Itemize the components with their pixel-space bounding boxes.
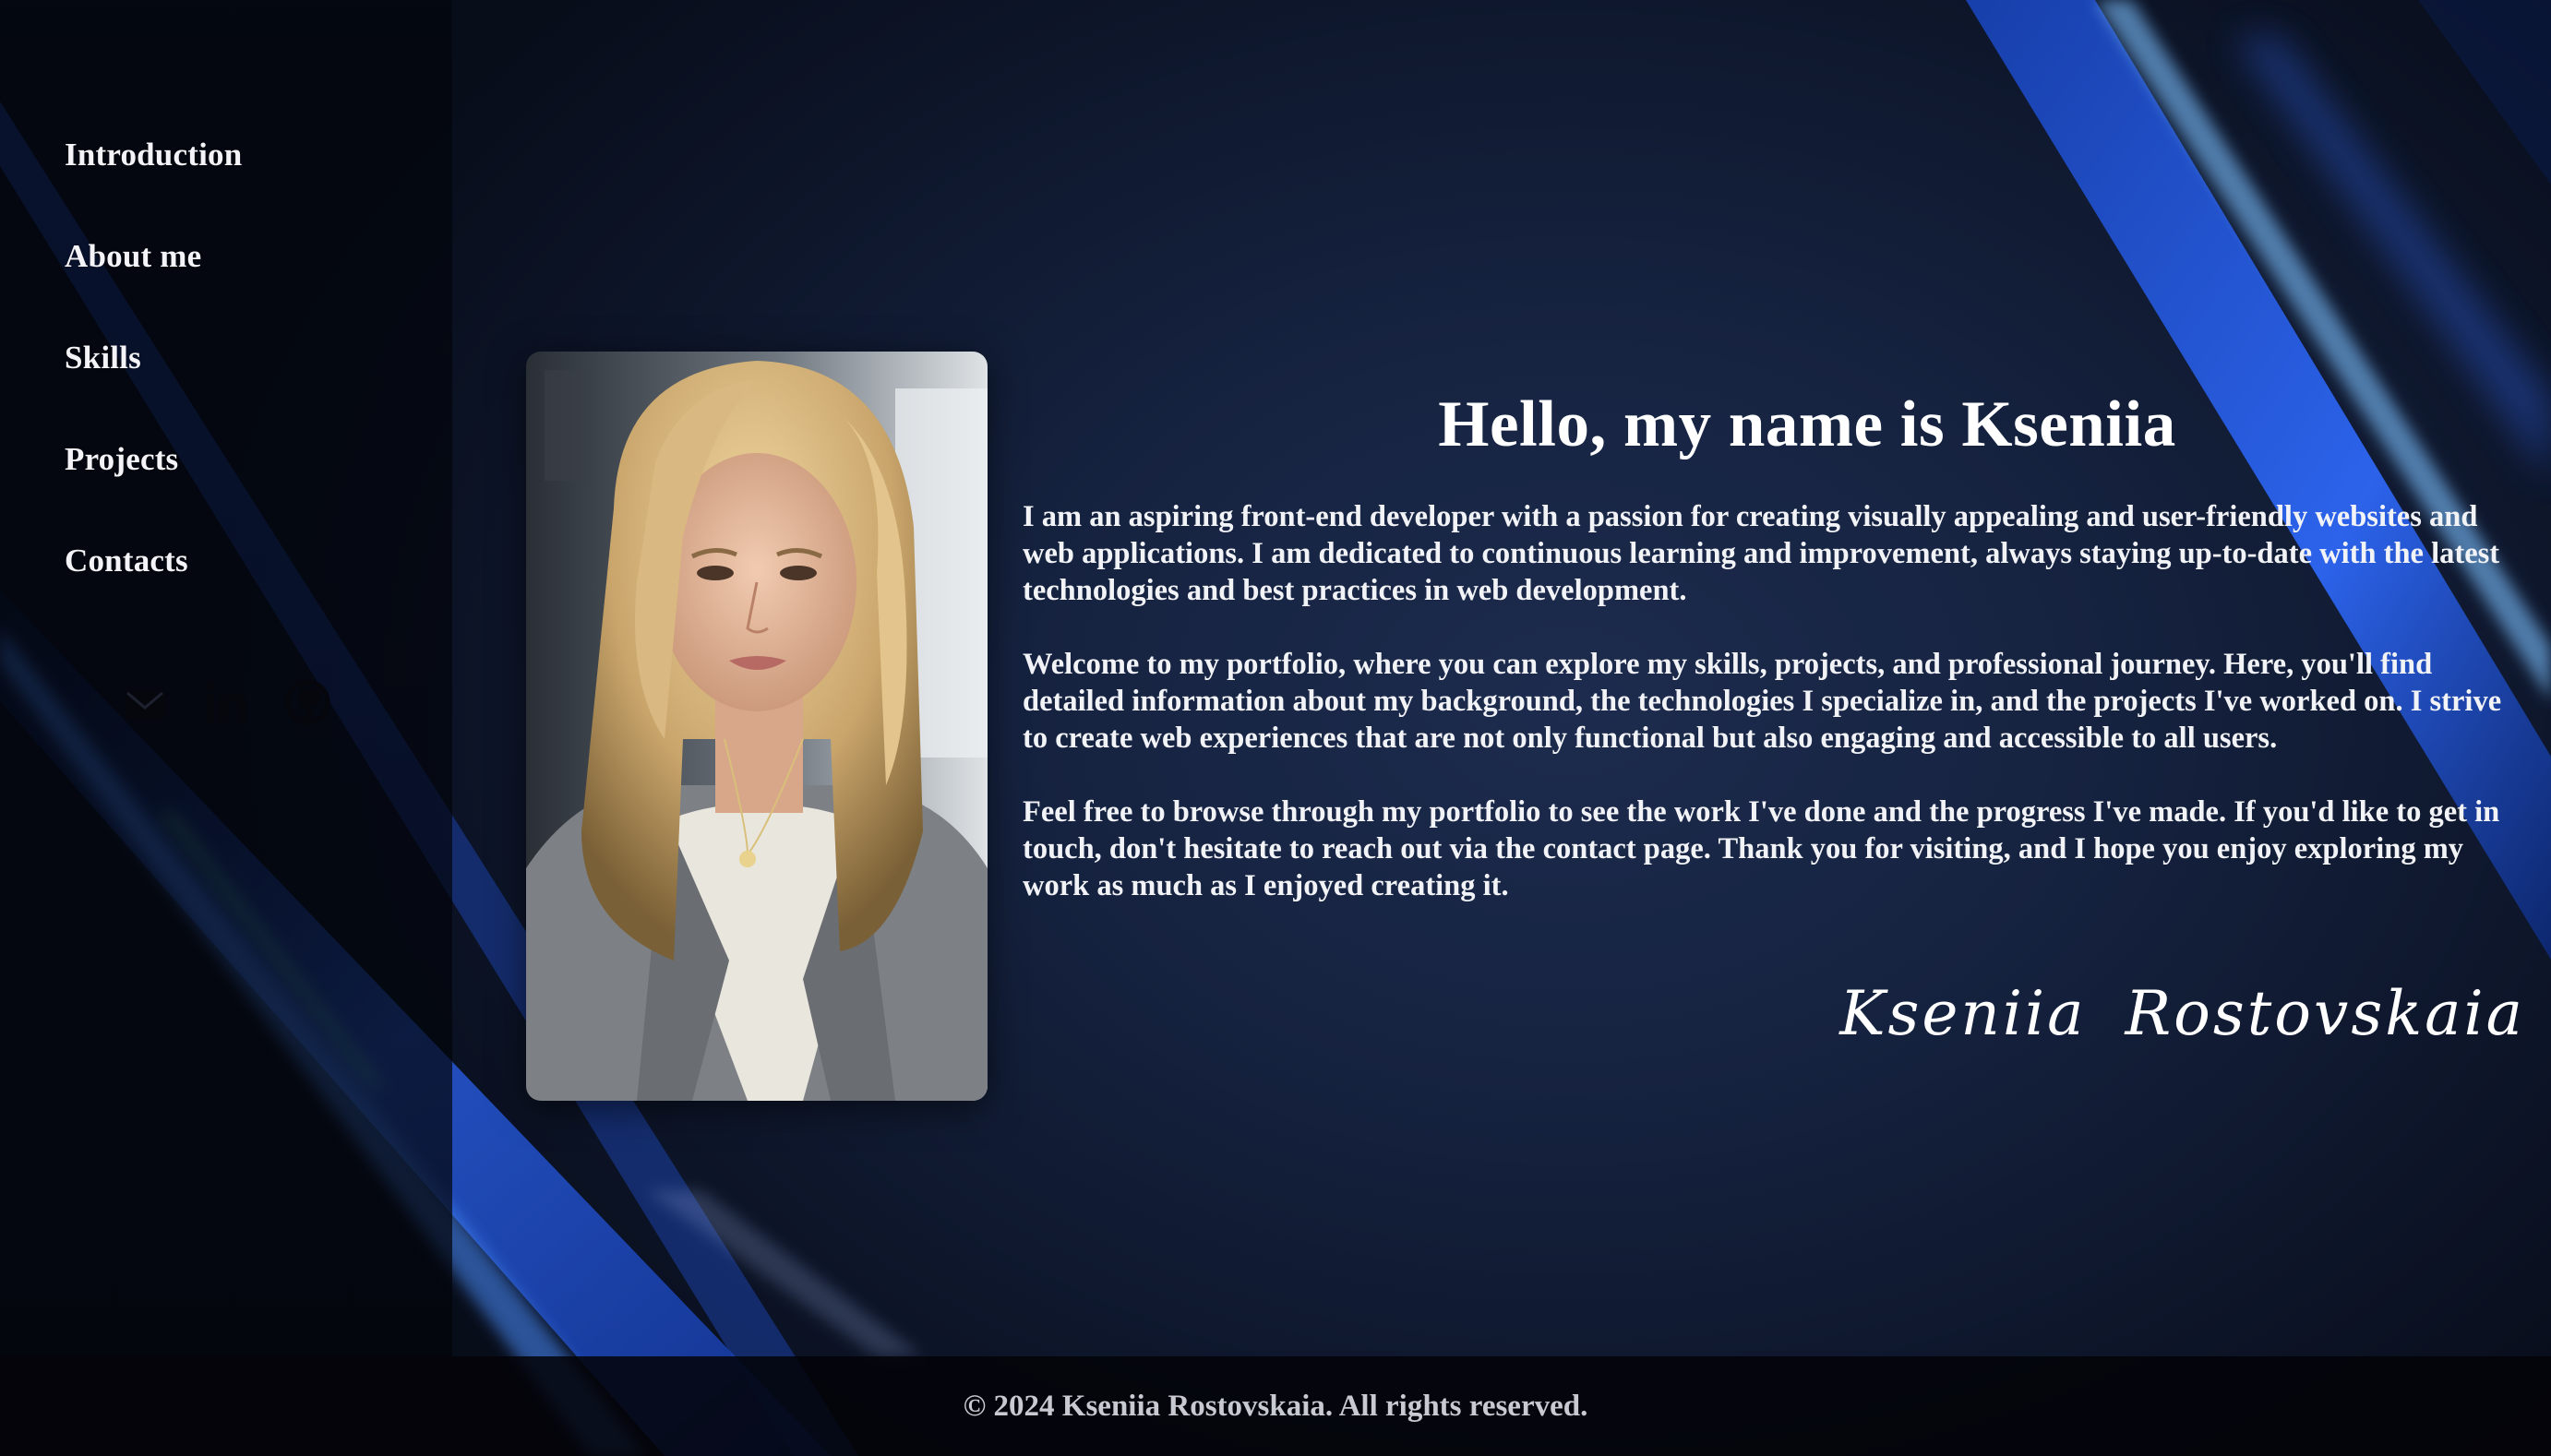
footer: © 2024 Kseniia Rostovskaia. All rights r… — [0, 1356, 2551, 1456]
sidebar-nav: Introduction About me Skills Projects Co… — [65, 137, 242, 644]
nav-link-skills[interactable]: Skills — [65, 340, 141, 376]
nav-link-projects[interactable]: Projects — [65, 441, 178, 477]
nav-item-about-me: About me — [65, 238, 242, 340]
intro-paragraph-3: Feel free to browse through my portfolio… — [1023, 795, 2500, 902]
github-icon[interactable] — [281, 675, 334, 729]
footer-copyright: © 2024 Kseniia Rostovskaia. All rights r… — [963, 1389, 1588, 1423]
linkedin-icon[interactable] — [199, 675, 253, 729]
nav-item-projects: Projects — [65, 441, 242, 543]
nav-link-contacts[interactable]: Contacts — [65, 543, 188, 579]
nav-link-introduction[interactable]: Introduction — [65, 137, 242, 173]
intro-title: Hello, my name is Kseniia — [1438, 388, 2176, 460]
nav-link-about-me[interactable]: About me — [65, 238, 201, 274]
nav-item-contacts: Contacts — [65, 543, 242, 644]
intro-section: Hello, my name is Kseniia I am an aspiri… — [1023, 378, 2527, 904]
intro-paragraph-2: Welcome to my portfolio, where you can e… — [1023, 648, 2502, 755]
nav-item-skills: Skills — [65, 340, 242, 441]
mail-icon[interactable] — [118, 675, 172, 729]
signature: Kseniia Rostovskaia — [1839, 978, 2525, 1049]
profile-photo — [526, 352, 988, 1101]
sidebar: Introduction About me Skills Projects Co… — [0, 0, 452, 1356]
nav-item-introduction: Introduction — [65, 137, 242, 238]
social-links — [118, 675, 334, 729]
intro-paragraph-1: I am an aspiring front-end developer wit… — [1023, 500, 2500, 607]
